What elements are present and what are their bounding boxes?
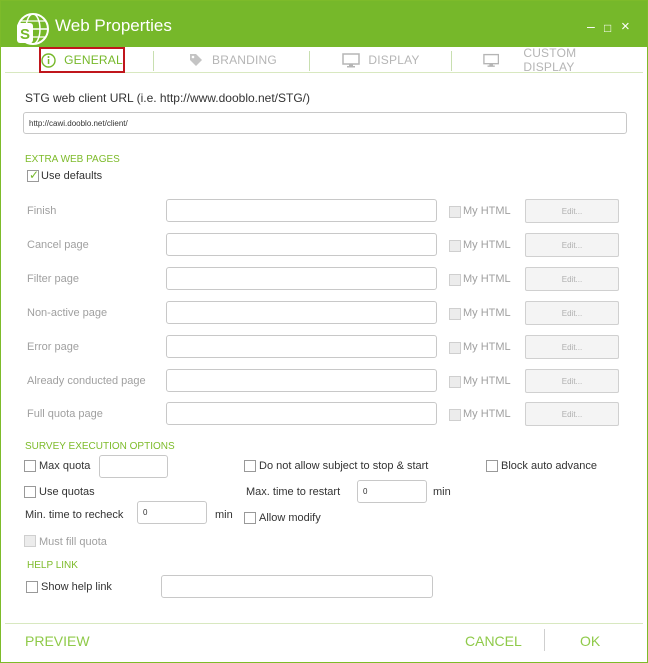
my-html-label: My HTML <box>463 307 511 319</box>
page-input-error[interactable] <box>166 335 437 358</box>
page-input-cancel[interactable] <box>166 233 437 256</box>
allow-modify-label: Allow modify <box>259 512 321 524</box>
page-label-filter: Filter page <box>27 273 79 285</box>
monitor-icon <box>483 53 500 67</box>
title-bar: S Web Properties – □ × <box>1 1 647 47</box>
tab-bar: GENERAL BRANDING DISPLAY CUSTOM DISPLAY <box>5 46 643 74</box>
use-quotas-checkbox[interactable] <box>24 486 36 498</box>
edit-button[interactable]: Edit... <box>525 402 619 426</box>
info-icon <box>41 52 56 68</box>
extra-pages-heading: EXTRA WEB PAGES <box>25 154 120 165</box>
min-recheck-label: Min. time to recheck <box>25 509 124 521</box>
tab-branding-label: BRANDING <box>212 53 277 67</box>
use-quotas-label: Use quotas <box>39 486 95 498</box>
my-html-checkbox[interactable] <box>449 206 461 218</box>
tab-display[interactable]: DISPLAY <box>311 47 451 73</box>
min-recheck-unit: min <box>215 509 233 521</box>
my-html-checkbox[interactable] <box>449 342 461 354</box>
ok-button[interactable]: OK <box>580 633 600 649</box>
dialog-window: S Web Properties – □ × GENERAL BRANDING … <box>0 0 648 663</box>
page-label-full-quota: Full quota page <box>27 408 103 420</box>
tab-custom-display[interactable]: CUSTOM DISPLAY <box>483 46 621 74</box>
tab-custom-display-label: CUSTOM DISPLAY <box>523 46 577 74</box>
my-html-label: My HTML <box>463 205 511 217</box>
edit-button[interactable]: Edit... <box>525 301 619 325</box>
tab-general[interactable]: GENERAL <box>39 47 125 73</box>
exec-options-heading: SURVEY EXECUTION OPTIONS <box>25 441 175 452</box>
page-input-filter[interactable] <box>166 267 437 290</box>
edit-button[interactable]: Edit... <box>525 233 619 257</box>
monitor-icon <box>342 52 361 67</box>
my-html-checkbox[interactable] <box>449 409 461 421</box>
checkmark-icon: ✓ <box>29 168 40 182</box>
maximize-button[interactable]: □ <box>604 21 611 35</box>
max-quota-checkbox[interactable] <box>24 460 36 472</box>
must-fill-quota-label: Must fill quota <box>39 536 107 548</box>
use-defaults-checkbox[interactable]: ✓ <box>27 168 40 182</box>
max-quota-label: Max quota <box>39 460 91 472</box>
my-html-label: My HTML <box>463 408 511 420</box>
min-recheck-input[interactable]: 0 <box>137 501 207 524</box>
page-input-non-active[interactable] <box>166 301 437 324</box>
footer-separator <box>544 629 545 651</box>
my-html-checkbox[interactable] <box>449 308 461 320</box>
page-label-error: Error page <box>27 341 79 353</box>
my-html-checkbox[interactable] <box>449 240 461 252</box>
cancel-button[interactable]: CANCEL <box>465 633 522 649</box>
edit-button[interactable]: Edit... <box>525 369 619 393</box>
edit-button[interactable]: Edit... <box>525 267 619 291</box>
show-help-link-checkbox[interactable] <box>26 581 38 593</box>
block-auto-advance-checkbox[interactable] <box>486 460 498 472</box>
max-quota-input[interactable] <box>99 455 168 478</box>
my-html-label: My HTML <box>463 341 511 353</box>
page-label-finish: Finish <box>27 205 57 217</box>
allow-modify-checkbox[interactable] <box>244 512 256 524</box>
my-html-checkbox[interactable] <box>449 274 461 286</box>
edit-button[interactable]: Edit... <box>525 335 619 359</box>
page-input-full-quota[interactable] <box>166 402 437 425</box>
use-defaults-label: Use defaults <box>41 170 103 182</box>
tab-general-label: GENERAL <box>64 53 123 67</box>
preview-button[interactable]: PREVIEW <box>25 633 90 649</box>
block-auto-advance-label: Block auto advance <box>501 460 598 472</box>
show-help-link-label: Show help link <box>41 581 112 593</box>
my-html-label: My HTML <box>463 375 511 387</box>
no-stop-start-label: Do not allow subject to stop & start <box>259 460 429 472</box>
max-restart-unit: min <box>433 486 451 498</box>
max-restart-input[interactable]: 0 <box>357 480 427 503</box>
footer-divider <box>5 623 643 624</box>
page-label-cancel: Cancel page <box>27 239 89 251</box>
my-html-checkbox[interactable] <box>449 376 461 388</box>
page-input-finish[interactable] <box>166 199 437 222</box>
window-title: Web Properties <box>55 16 172 35</box>
minimize-button[interactable]: – <box>587 18 595 34</box>
help-link-heading: HELP LINK <box>27 560 78 571</box>
tab-branding[interactable]: BRANDING <box>155 47 310 73</box>
page-label-non-active: Non-active page <box>27 307 108 319</box>
app-logo-icon: S <box>17 13 49 45</box>
no-stop-start-checkbox[interactable] <box>244 460 256 472</box>
my-html-label: My HTML <box>463 239 511 251</box>
help-link-input[interactable] <box>161 575 433 598</box>
close-button[interactable]: × <box>621 18 630 35</box>
url-label: STG web client URL (i.e. http://www.doob… <box>25 91 310 105</box>
tag-icon <box>190 54 203 66</box>
max-restart-label: Max. time to restart <box>246 486 341 498</box>
must-fill-quota-checkbox[interactable] <box>24 535 36 547</box>
edit-button[interactable]: Edit... <box>525 199 619 223</box>
page-label-already-conducted: Already conducted page <box>27 375 146 387</box>
svg-text:S: S <box>20 26 30 43</box>
my-html-label: My HTML <box>463 273 511 285</box>
url-input[interactable]: http://cawi.dooblo.net/client/ <box>23 112 627 134</box>
page-input-already-conducted[interactable] <box>166 369 437 392</box>
tab-display-label: DISPLAY <box>368 53 420 67</box>
